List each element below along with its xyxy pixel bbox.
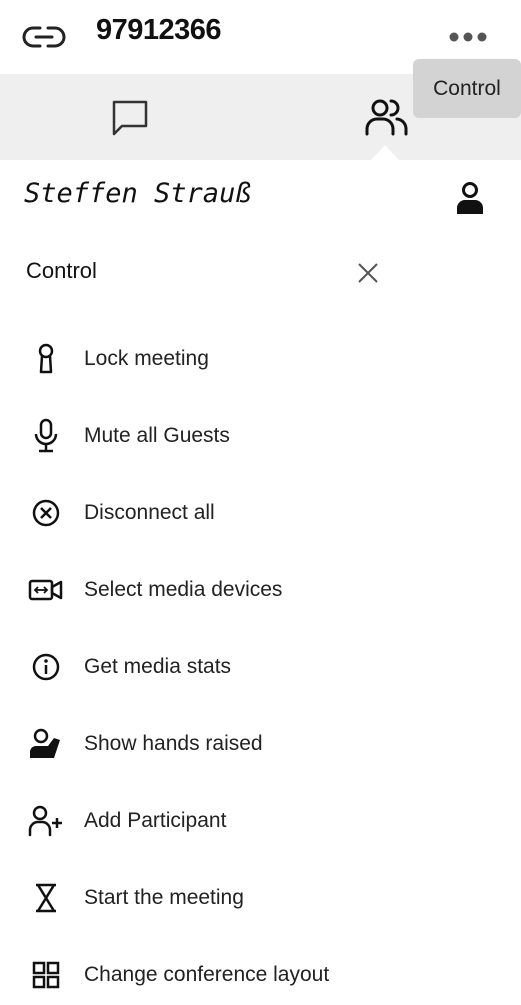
meeting-id: 97912366 bbox=[96, 14, 222, 46]
menu-item-label: Add Participant bbox=[84, 809, 227, 832]
get-media-stats-item[interactable]: Get media stats bbox=[20, 637, 500, 697]
control-tooltip: Control bbox=[413, 59, 521, 118]
info-circle-icon bbox=[24, 647, 68, 687]
user-icon[interactable] bbox=[452, 180, 488, 216]
mute-all-guests-item[interactable]: Mute all Guests bbox=[20, 406, 500, 466]
hourglass-icon bbox=[24, 878, 68, 918]
select-media-devices-item[interactable]: Select media devices bbox=[20, 560, 500, 620]
active-tab-indicator bbox=[371, 145, 399, 160]
menu-item-label: Change conference layout bbox=[84, 963, 330, 986]
change-layout-item[interactable]: Change conference layout bbox=[20, 945, 500, 1005]
start-meeting-item[interactable]: Start the meeting bbox=[20, 868, 500, 928]
disconnect-all-item[interactable]: Disconnect all bbox=[20, 483, 500, 543]
menu-item-label: Select media devices bbox=[84, 578, 283, 601]
add-participant-item[interactable]: Add Participant bbox=[20, 791, 500, 851]
add-person-icon bbox=[24, 801, 68, 841]
menu-item-label: Show hands raised bbox=[84, 732, 263, 755]
menu-item-label: Mute all Guests bbox=[84, 424, 230, 447]
menu-item-label: Lock meeting bbox=[84, 347, 209, 370]
lock-meeting-item[interactable]: Lock meeting bbox=[20, 329, 500, 389]
panel-title: Control bbox=[26, 258, 97, 283]
user-name: Steffen Strauß bbox=[24, 178, 252, 209]
keyhole-icon bbox=[24, 339, 68, 379]
circle-x-icon bbox=[24, 493, 68, 533]
grid-layout-icon bbox=[24, 955, 68, 995]
chat-icon bbox=[112, 100, 148, 136]
menu-item-label: Start the meeting bbox=[84, 886, 244, 909]
show-hands-raised-item[interactable]: Show hands raised bbox=[20, 714, 500, 774]
participants-icon bbox=[365, 99, 408, 136]
more-options-icon[interactable] bbox=[446, 28, 490, 46]
menu-item-label: Disconnect all bbox=[84, 501, 215, 524]
tab-chat[interactable] bbox=[60, 74, 200, 160]
close-icon[interactable] bbox=[354, 259, 382, 287]
copy-link-icon[interactable] bbox=[22, 24, 66, 50]
menu-item-label: Get media stats bbox=[84, 655, 232, 678]
raised-hand-icon bbox=[24, 724, 68, 764]
microphone-icon bbox=[24, 416, 68, 456]
camera-switch-icon bbox=[24, 570, 68, 610]
